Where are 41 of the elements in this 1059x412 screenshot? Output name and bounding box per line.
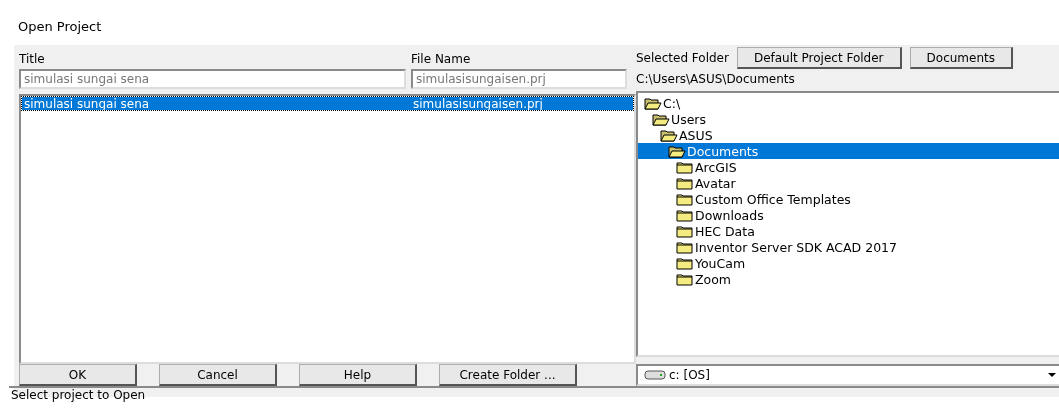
status-bar: Select project to Open — [9, 386, 1059, 402]
dialog-button[interactable]: Cancel — [159, 364, 277, 386]
tree-item[interactable]: YouCam — [638, 255, 1059, 271]
folder-icon — [676, 192, 694, 206]
open-folder-icon — [644, 96, 662, 110]
folder-icon — [676, 272, 694, 286]
tree-item[interactable]: Downloads — [638, 207, 1059, 223]
folder-icon — [676, 208, 694, 222]
drive-icon — [644, 370, 666, 380]
file-name-field[interactable]: simulasisungaisen.prj — [411, 69, 627, 89]
tree-item[interactable]: Users — [638, 111, 1059, 127]
window-title: Open Project — [18, 19, 102, 34]
drive-dropdown[interactable]: c: [OS] — [636, 364, 1059, 386]
folder-icon — [676, 224, 694, 238]
folder-icon — [676, 160, 694, 174]
tree-item[interactable]: Custom Office Templates — [638, 191, 1059, 207]
project-row[interactable]: simulasi sungai sena simulasisungaisen.prj — [22, 97, 633, 110]
folder-button[interactable]: Documents — [909, 47, 1013, 69]
tree-item[interactable]: C:\ — [638, 95, 1059, 111]
folder-button[interactable]: Default Project Folder — [736, 47, 902, 69]
folder-icon — [676, 176, 694, 190]
dialog-button[interactable]: Create Folder ... — [439, 364, 577, 386]
tree-item[interactable]: ASUS — [638, 127, 1059, 143]
open-folder-icon — [668, 144, 686, 158]
dialog-button[interactable]: OK — [19, 364, 137, 386]
open-folder-icon — [652, 112, 670, 126]
tree-item[interactable]: Inventor Server SDK ACAD 2017 — [638, 239, 1059, 255]
file-name-label: File Name — [411, 52, 471, 66]
title-label: Title — [19, 52, 46, 66]
selected-folder-label: Selected Folder — [636, 51, 729, 65]
dialog-button[interactable]: Help — [299, 364, 417, 386]
folder-path: C:\Users\ASUS\Documents — [636, 72, 795, 86]
tree-item[interactable]: HEC Data — [638, 223, 1059, 239]
open-folder-icon — [660, 128, 678, 142]
folder-icon — [676, 240, 694, 254]
tree-item[interactable]: Zoom — [638, 271, 1059, 287]
tree-item[interactable]: Documents — [638, 143, 1059, 159]
tree-item[interactable]: Avatar — [638, 175, 1059, 191]
title-field[interactable]: simulasi sungai sena — [19, 69, 406, 89]
folder-icon — [676, 256, 694, 270]
tree-item[interactable]: ArcGIS — [638, 159, 1059, 175]
